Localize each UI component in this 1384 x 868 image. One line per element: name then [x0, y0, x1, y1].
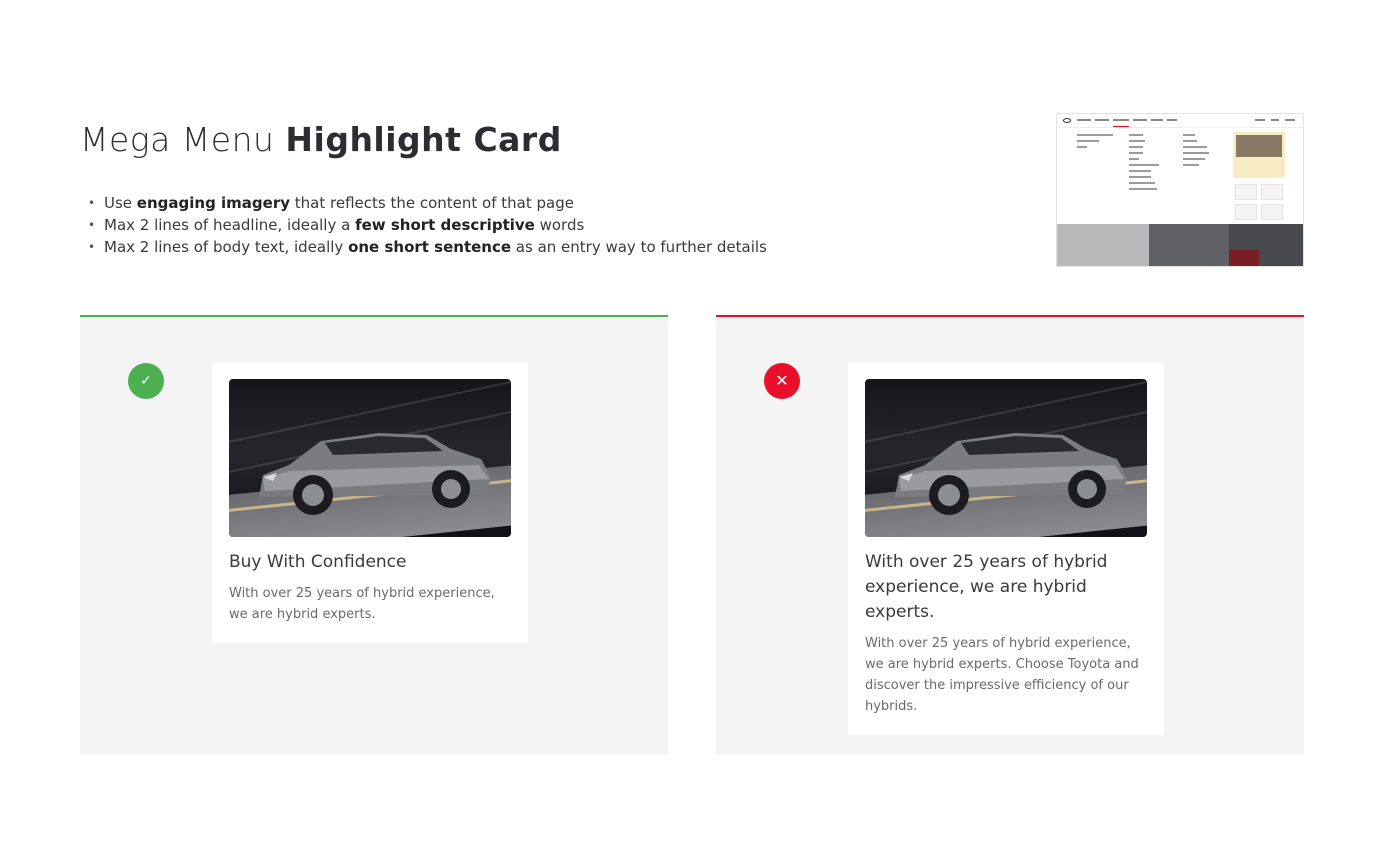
- highlight-card-do[interactable]: Buy With Confidence With over 25 years o…: [212, 363, 528, 643]
- preview-highlight-card: [1233, 132, 1285, 178]
- guideline-list: Use engaging imagery that reflects the c…: [88, 192, 767, 258]
- brand-logo-icon: [1063, 118, 1071, 123]
- preview-text-line: [1129, 152, 1143, 154]
- preview-text-line: [1129, 182, 1155, 184]
- guideline-text: as an entry way to further details: [511, 238, 767, 256]
- preview-nav-item: [1095, 119, 1109, 121]
- guideline-text: Use: [104, 194, 137, 212]
- title-bold: Highlight Card: [285, 120, 562, 159]
- preview-text-line: [1129, 176, 1151, 178]
- preview-text-line: [1183, 158, 1205, 160]
- preview-text-line: [1183, 152, 1209, 154]
- preview-text-line: [1129, 188, 1157, 190]
- preview-text-line: [1129, 140, 1145, 142]
- preview-nav-item: [1167, 119, 1177, 121]
- preview-active-indicator: [1113, 126, 1129, 127]
- car-icon: [259, 433, 491, 515]
- guideline-emphasis: engaging imagery: [136, 194, 291, 212]
- guideline-emphasis: one short sentence: [348, 238, 512, 256]
- preview-nav-item: [1077, 119, 1091, 121]
- preview-tile: [1261, 184, 1283, 200]
- preview-text-line: [1183, 134, 1195, 136]
- preview-text-line: [1183, 146, 1207, 148]
- guideline-item: Max 2 lines of headline, ideally a few s…: [88, 214, 767, 236]
- preview-text-line: [1077, 140, 1099, 142]
- preview-promo-image: [1229, 224, 1303, 266]
- checkmark-icon: ✓: [128, 363, 164, 399]
- preview-tile: [1235, 204, 1257, 220]
- mega-menu-preview-image: [1056, 113, 1304, 267]
- preview-text-line: [1129, 170, 1151, 172]
- preview-text-line: [1077, 134, 1113, 136]
- card-headline: Buy With Confidence: [229, 552, 407, 572]
- preview-text-line: [1129, 134, 1143, 136]
- preview-text-line: [1183, 140, 1197, 142]
- dont-example-panel: ✕ With over 25 years of hybrid experienc…: [716, 315, 1304, 755]
- do-example-panel: ✓ Buy With Confidence With over 25 years…: [80, 315, 668, 755]
- preview-text-line: [1077, 146, 1087, 148]
- preview-nav-item: [1113, 119, 1129, 121]
- guideline-item: Max 2 lines of body text, ideally one sh…: [88, 236, 767, 258]
- card-body-text: With over 25 years of hybrid experience,…: [229, 586, 495, 622]
- card-headline: With over 25 years of hybrid experience,…: [865, 552, 1108, 622]
- guideline-text: words: [534, 216, 585, 234]
- guideline-text: that reflects the content of that page: [290, 194, 574, 212]
- car-image: [229, 379, 511, 537]
- preview-text-line: [1129, 158, 1139, 160]
- guideline-text: Max 2 lines of headline, ideally a: [104, 216, 356, 234]
- preview-car-image: [1236, 135, 1282, 157]
- guideline-emphasis: few short descriptive: [355, 216, 535, 234]
- preview-text-line: [1129, 146, 1143, 148]
- preview-navbar: [1057, 114, 1303, 128]
- preview-text-line: [1183, 164, 1199, 166]
- preview-tile: [1261, 204, 1283, 220]
- car-icon: [895, 433, 1127, 515]
- highlight-card-dont[interactable]: With over 25 years of hybrid experience,…: [848, 363, 1164, 735]
- preview-nav-item: [1271, 119, 1279, 121]
- preview-nav-item: [1133, 119, 1147, 121]
- car-image: [865, 379, 1147, 537]
- guideline-text: Max 2 lines of body text, ideally: [104, 238, 349, 256]
- preview-nav-item: [1255, 119, 1265, 121]
- preview-nav-item: [1285, 119, 1295, 121]
- page-title: Mega Menu Highlight Card: [80, 120, 562, 159]
- preview-text-line: [1129, 164, 1159, 166]
- preview-tile: [1235, 184, 1257, 200]
- guideline-item: Use engaging imagery that reflects the c…: [88, 192, 767, 214]
- preview-promo-image: [1149, 224, 1229, 266]
- preview-nav-item: [1151, 119, 1163, 121]
- card-body-text: With over 25 years of hybrid experience,…: [865, 636, 1139, 714]
- title-light: Mega Menu: [80, 120, 286, 159]
- close-icon: ✕: [764, 363, 800, 399]
